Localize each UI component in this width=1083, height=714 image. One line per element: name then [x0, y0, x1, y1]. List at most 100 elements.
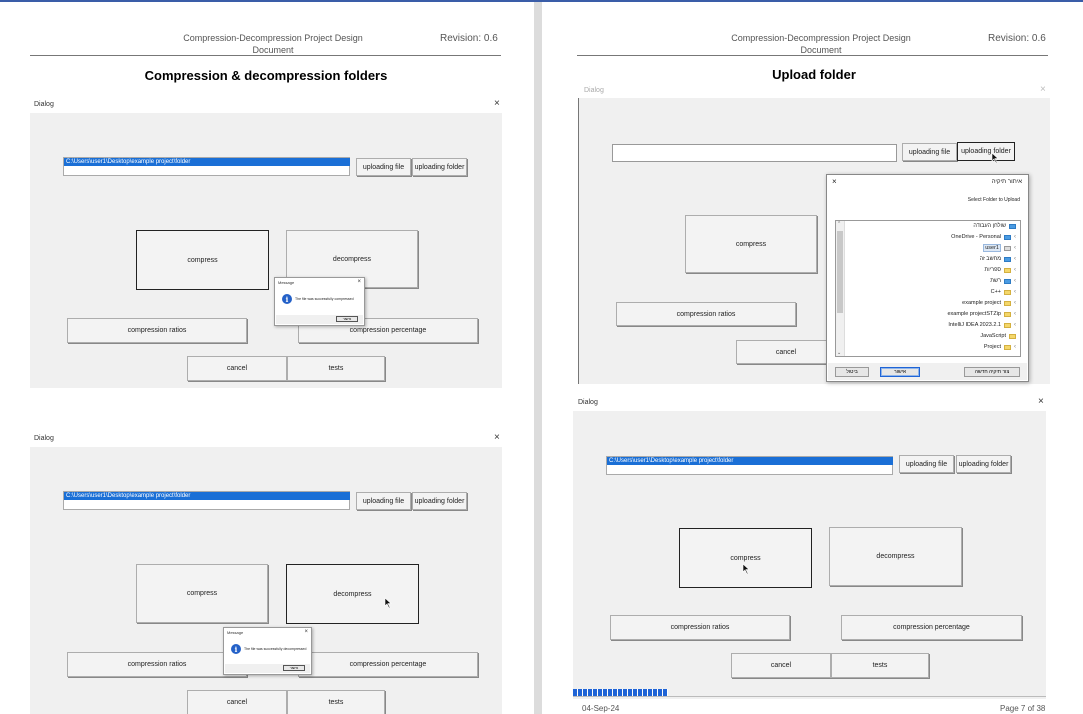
message-footer: אישור	[225, 664, 310, 673]
mouse-cursor-icon	[384, 597, 392, 609]
dialog-title: Dialog	[584, 87, 604, 94]
folder-icon	[1004, 289, 1011, 295]
header-title: Compression-Decompression Project Design…	[731, 33, 911, 55]
compression-ratios-button[interactable]: compression ratios	[610, 615, 790, 640]
header-rule	[577, 55, 1048, 56]
tree-item[interactable]: example projectSTZip ‹	[948, 309, 1017, 319]
compress-button[interactable]: compress	[136, 564, 268, 623]
ok-button[interactable]: אישור	[283, 665, 305, 671]
section-title: Compression & decompression folders	[144, 68, 388, 83]
tree-item[interactable]: C++ ‹	[991, 287, 1016, 297]
path-input[interactable]: C:\Users\user1\Desktop\example project\f…	[63, 157, 350, 176]
tests-button[interactable]: tests	[831, 653, 929, 678]
header-revision: Revision: 0.6	[988, 33, 1046, 44]
cancel-button[interactable]: cancel	[731, 653, 831, 678]
message-footer: אישור	[276, 315, 363, 324]
tests-button[interactable]: tests	[287, 356, 385, 381]
message-text: The file was successfully decompressed	[244, 647, 307, 651]
close-icon[interactable]: ×	[1040, 84, 1046, 95]
info-icon: i	[282, 294, 292, 304]
close-icon[interactable]: ×	[357, 279, 361, 285]
path-selection: C:\Users\user1\Desktop\example project\f…	[607, 457, 893, 465]
tree-scrollbar[interactable]: ⌃ ⌄	[836, 221, 845, 356]
path-input[interactable]: C:\Users\user1\Desktop\example project\f…	[63, 491, 350, 510]
tree-item[interactable]: JavaScript	[980, 331, 1016, 341]
dialog-title: Dialog	[578, 399, 598, 406]
folder-picker-dialog: × איתור תיקיה Select Folder to Upload ⌃ …	[826, 174, 1029, 382]
compress-button[interactable]: compress	[679, 528, 812, 588]
uploading-folder-button[interactable]: uploading folder	[412, 158, 467, 176]
libraries-icon	[1004, 267, 1011, 273]
message-title: Message	[227, 630, 244, 635]
dialog-body: C:\Users\user1\Desktop\example project\f…	[30, 113, 502, 388]
uploading-file-button[interactable]: uploading file	[356, 158, 411, 176]
user-icon	[1004, 245, 1011, 251]
section-title: Upload folder	[772, 67, 856, 82]
dialog-body: uploading file uploading folder compress…	[578, 98, 1050, 384]
close-icon[interactable]: ×	[832, 177, 837, 186]
document-page-left: Compression-Decompression Project Design…	[0, 2, 534, 714]
compress-button[interactable]: compress	[136, 230, 269, 290]
uploading-file-button[interactable]: uploading file	[902, 143, 957, 161]
picker-subtitle: Select Folder to Upload	[967, 197, 1020, 203]
decompress-button[interactable]: decompress	[829, 527, 962, 586]
dialog-title: Dialog	[34, 101, 54, 108]
mouse-cursor-icon	[742, 563, 750, 575]
tree-item[interactable]: שולחן העבודה	[973, 221, 1016, 231]
tree-item-selected[interactable]: user1 ‹	[983, 243, 1016, 253]
uploading-folder-button[interactable]: uploading folder	[412, 492, 467, 510]
tree-item[interactable]: OneDrive - Personal ‹	[951, 232, 1016, 242]
picker-ok-button[interactable]: אישור	[880, 367, 920, 377]
desktop-folder-icon	[1009, 223, 1016, 229]
tests-button[interactable]: tests	[287, 690, 385, 714]
uploading-file-button[interactable]: uploading file	[899, 455, 954, 473]
close-icon[interactable]: ×	[494, 98, 500, 109]
compression-percentage-button[interactable]: compression percentage	[298, 652, 478, 677]
folder-icon	[1004, 322, 1011, 328]
tree-item[interactable]: רשת ‹	[990, 276, 1016, 286]
picker-footer: ביטול אישור צור תיקיה חדשה	[828, 363, 1027, 380]
progress-track	[573, 696, 1046, 697]
compression-ratios-button[interactable]: compression ratios	[67, 652, 247, 677]
tree-item[interactable]: מחשב זה ‹	[980, 254, 1016, 264]
close-icon[interactable]: ×	[304, 629, 308, 635]
folder-icon	[1004, 300, 1011, 306]
compress-button[interactable]: compress	[685, 215, 817, 273]
tree-item[interactable]: Project ‹	[984, 342, 1016, 352]
close-icon[interactable]: ×	[1038, 396, 1044, 407]
ok-button[interactable]: אישור	[336, 316, 358, 322]
uploading-file-button[interactable]: uploading file	[356, 492, 411, 510]
dialog-body: C:\Users\user1\Desktop\example project\f…	[573, 411, 1046, 699]
picker-title: איתור תיקיה	[991, 179, 1022, 185]
cancel-button[interactable]: cancel	[187, 690, 287, 714]
tree-item[interactable]: example project ‹	[962, 298, 1016, 308]
header-revision: Revision: 0.6	[440, 33, 498, 44]
path-input[interactable]	[612, 144, 897, 162]
document-page-right: Compression-Decompression Project Design…	[542, 2, 1083, 714]
uploading-folder-button[interactable]: uploading folder	[956, 455, 1011, 473]
compression-ratios-button[interactable]: compression ratios	[67, 318, 247, 343]
decompress-button[interactable]: decompress	[286, 564, 419, 624]
header-rule	[30, 55, 501, 56]
folder-icon	[1009, 333, 1016, 339]
folder-tree[interactable]: ⌃ ⌄ שולחן העבודה OneDrive - Personal ‹ us…	[835, 220, 1021, 357]
info-icon: i	[231, 644, 241, 654]
cloud-icon	[1004, 234, 1011, 240]
cancel-button[interactable]: cancel	[736, 340, 836, 364]
close-icon[interactable]: ×	[494, 432, 500, 443]
message-dialog: Message × i The file was successfully de…	[223, 627, 312, 675]
mouse-cursor-icon	[991, 152, 999, 164]
compression-percentage-button[interactable]: compression percentage	[841, 615, 1022, 640]
compression-ratios-button[interactable]: compression ratios	[616, 302, 796, 326]
dialog-title: Dialog	[34, 435, 54, 442]
new-folder-button[interactable]: צור תיקיה חדשה	[964, 367, 1020, 377]
uploading-folder-button[interactable]: uploading folder	[957, 142, 1015, 161]
cancel-button[interactable]: cancel	[187, 356, 287, 381]
message-dialog: Message × i The file was successfully co…	[274, 277, 365, 326]
message-title: Message	[278, 280, 295, 285]
tree-item[interactable]: ספריות ‹	[984, 265, 1016, 275]
tree-item[interactable]: IntelliJ IDEA 2023.2.1 ‹	[948, 320, 1016, 330]
message-text: The file was successfully compressed	[295, 297, 354, 301]
picker-cancel-button[interactable]: ביטול	[835, 367, 869, 377]
path-input[interactable]: C:\Users\user1\Desktop\example project\f…	[606, 456, 893, 475]
